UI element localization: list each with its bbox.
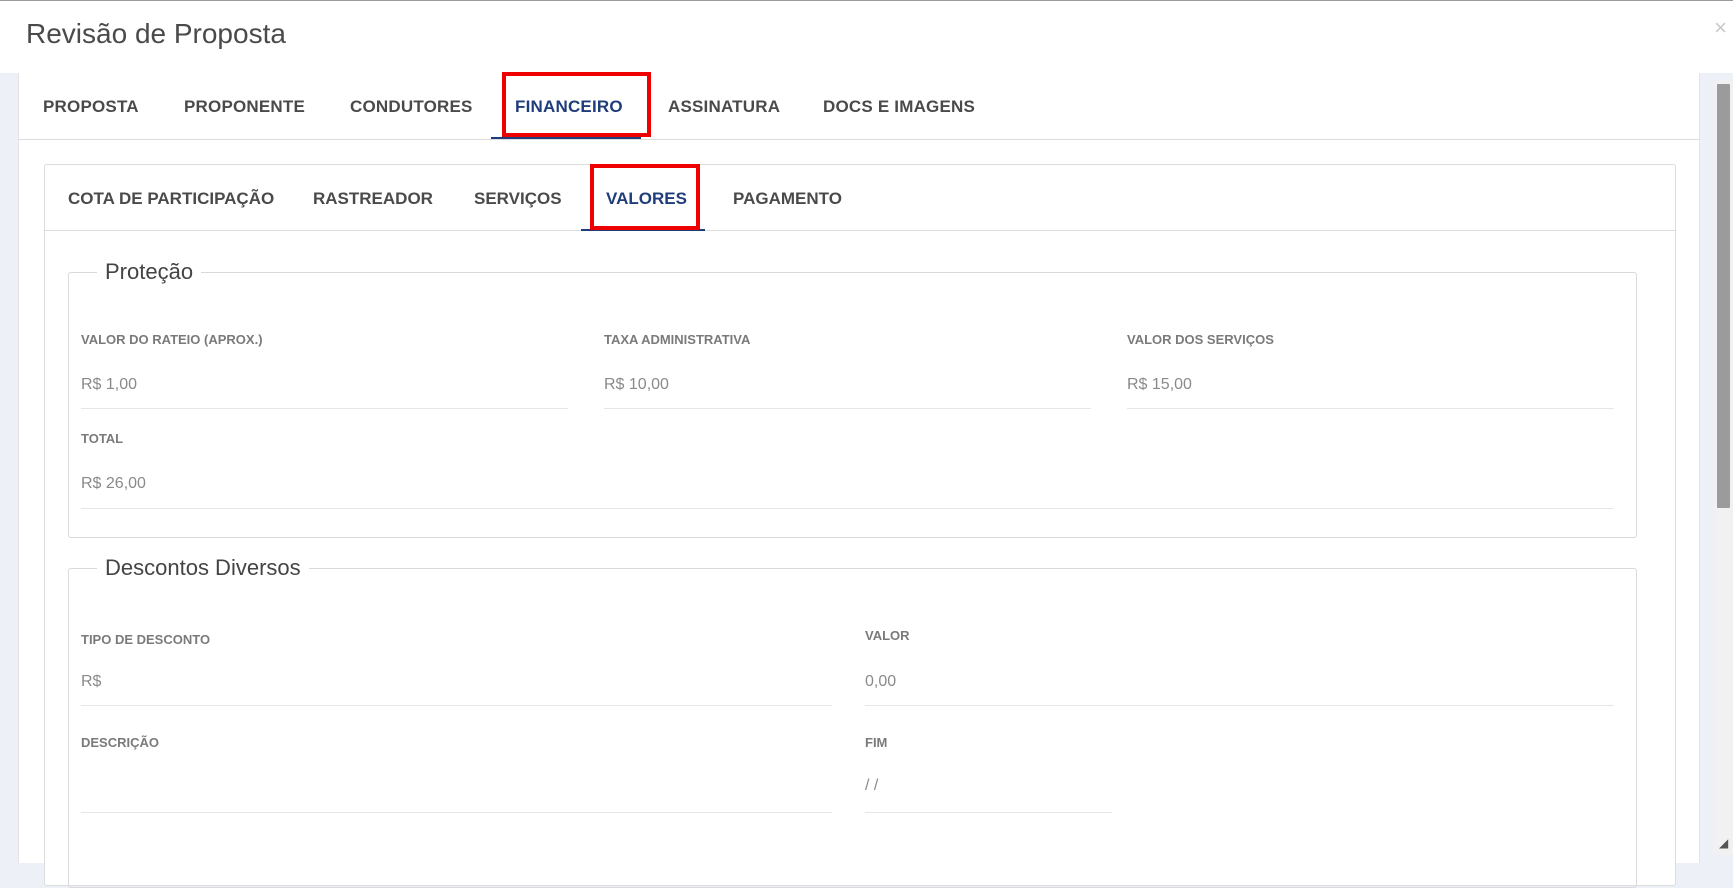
active-tab-underline (491, 137, 641, 139)
tab-docs-imagens[interactable]: DOCS E IMAGENS (823, 97, 975, 117)
sub-tabs: COTA DE PARTICIPAÇÃO RASTREADOR SERVIÇOS… (45, 165, 1675, 231)
valor-servicos-value: R$ 15,00 (1127, 376, 1192, 393)
taxa-admin-value: R$ 10,00 (604, 376, 669, 393)
descontos-legend: Descontos Diversos (97, 555, 309, 581)
tipo-desconto-value: R$ (81, 673, 102, 690)
vertical-scrollbar[interactable] (1714, 80, 1733, 855)
close-icon[interactable]: × (1714, 17, 1727, 39)
modal-title: Revisão de Proposta (26, 18, 286, 49)
subtab-pagamento[interactable]: PAGAMENTO (733, 189, 842, 209)
descricao-line (81, 812, 832, 813)
tab-proponente[interactable]: PROPONENTE (184, 97, 305, 117)
fim-line (865, 812, 1112, 813)
subtab-cota-participacao[interactable]: COTA DE PARTICIPAÇÃO (68, 189, 274, 209)
total-value: R$ 26,00 (81, 475, 146, 492)
descricao-label: DESCRIÇÃO (81, 735, 160, 750)
valor-rateio-line (81, 408, 568, 409)
valor-desconto-label: VALOR (865, 628, 910, 643)
total-label: TOTAL (81, 431, 124, 446)
scrollbar-thumb[interactable] (1717, 84, 1730, 508)
subtab-servicos[interactable]: SERVIÇOS (474, 189, 562, 209)
subtab-rastreador[interactable]: RASTREADOR (313, 189, 433, 209)
valor-desconto-line (865, 705, 1614, 706)
resize-grip-icon[interactable]: ◢ (1719, 836, 1733, 855)
valor-rateio-label: VALOR DO RATEIO (APROX.) (81, 332, 263, 347)
fim-label: FIM (865, 735, 888, 750)
taxa-admin-line (604, 408, 1091, 409)
tipo-desconto-line (81, 705, 832, 706)
highlight-valores (590, 164, 700, 230)
valor-servicos-label: VALOR DOS SERVIÇOS (1127, 332, 1274, 347)
descontos-fieldset: Descontos Diversos TIPO DE DESCONTO R$ V… (68, 555, 1637, 888)
main-panel: PROPOSTA PROPONENTE CONDUTORES FINANCEIR… (18, 72, 1700, 888)
tipo-desconto-label: TIPO DE DESCONTO (81, 632, 211, 647)
highlight-financeiro (502, 72, 651, 137)
tab-proposta[interactable]: PROPOSTA (43, 97, 139, 117)
valor-rateio-value: R$ 1,00 (81, 376, 138, 393)
valor-desconto-value: 0,00 (865, 673, 897, 690)
total-line (81, 508, 1614, 509)
review-modal: Revisão de Proposta × PROPOSTA PROPONENT… (0, 0, 1733, 888)
financeiro-card: COTA DE PARTICIPAÇÃO RASTREADOR SERVIÇOS… (44, 164, 1676, 888)
fim-value: / / (865, 777, 879, 794)
main-tabs: PROPOSTA PROPONENTE CONDUTORES FINANCEIR… (19, 73, 1699, 140)
protecao-legend: Proteção (97, 259, 202, 285)
background-strip (0, 73, 18, 855)
taxa-admin-label: TAXA ADMINISTRATIVA (604, 332, 751, 347)
valor-servicos-line (1127, 408, 1614, 409)
protecao-fieldset: Proteção VALOR DO RATEIO (APROX.) R$ 1,0… (68, 259, 1637, 538)
modal-header: Revisão de Proposta × (0, 0, 1733, 73)
tab-assinatura[interactable]: ASSINATURA (668, 97, 780, 117)
tab-condutores[interactable]: CONDUTORES (350, 97, 473, 117)
